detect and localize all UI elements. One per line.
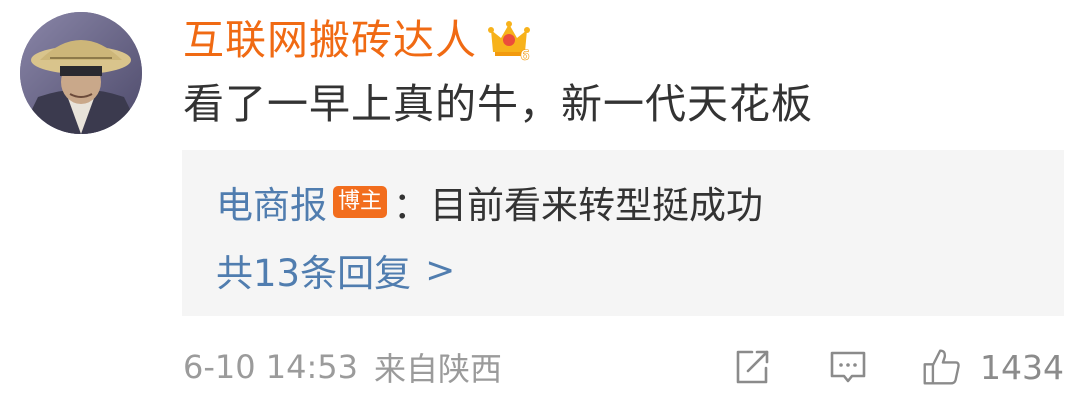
svg-text:6: 6 (520, 48, 530, 62)
comment-item: 互联网搬砖达人 6 看了一早上真的牛，新一代天花板 电商报 博主 ：目前看来转型… (0, 0, 1080, 403)
like-count: 1434 (980, 347, 1064, 387)
chevron-right-icon: > (425, 249, 456, 291)
avatar-image (20, 12, 142, 134)
username-row: 互联网搬砖达人 6 (183, 12, 531, 68)
reply-count-label: 共13条回复 (216, 252, 412, 295)
comment-meta: 6-10 14:53 来自陕西 (183, 342, 502, 392)
reply-line: 电商报 博主 ：目前看来转型挺成功 (216, 174, 763, 230)
comment-actions: 1434 (732, 340, 1064, 394)
reply-preview[interactable]: 电商报 博主 ：目前看来转型挺成功 共13条回复 > (182, 150, 1064, 316)
share-icon[interactable] (732, 347, 772, 387)
blogger-badge: 博主 (333, 186, 388, 218)
comment-text: 看了一早上真的牛，新一代天花板 (183, 80, 813, 128)
comment-icon[interactable] (828, 347, 868, 387)
reply-author[interactable]: 电商报 (216, 175, 327, 229)
crown-icon[interactable]: 6 (487, 18, 531, 64)
username[interactable]: 互联网搬砖达人 (183, 12, 477, 68)
reply-text: ：目前看来转型挺成功 (393, 184, 764, 227)
comment-time: 6-10 14:53 (183, 348, 359, 386)
avatar[interactable] (20, 12, 142, 134)
thumbs-up-icon[interactable] (922, 347, 962, 387)
view-replies-link[interactable]: 共13条回复 > (216, 242, 455, 298)
comment-location: 来自陕西 (374, 350, 503, 388)
